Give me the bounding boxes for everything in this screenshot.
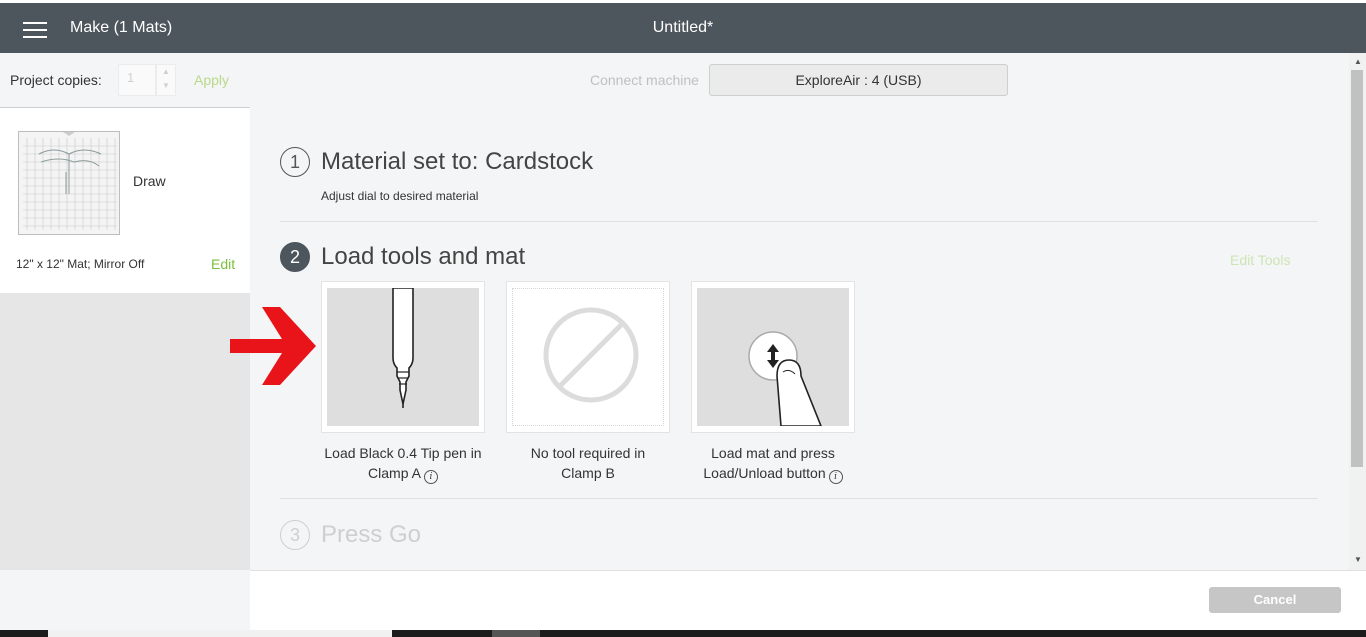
info-icon[interactable]: i [828,470,843,484]
mat-edit-link[interactable]: Edit [211,256,235,272]
scroll-down-icon[interactable]: ▼ [1352,555,1364,564]
clamp-a-caption-line2: Clamp A [368,465,421,481]
step-1-number: 1 [280,147,310,177]
project-copies-bar: Project copies: 1 ▲ ▼ Apply [0,53,250,108]
make-footer [250,570,1366,631]
apply-button[interactable]: Apply [194,72,229,88]
machine-select[interactable]: ExploreAir : 4 (USB) [709,64,1008,96]
mat-grid-image [19,131,119,234]
sidebar-footer [0,570,250,630]
step-3-title: Press Go [321,521,422,548]
scrollbar-thumb[interactable] [1351,70,1363,467]
project-copies-input[interactable]: 1 [118,64,156,96]
clamp-b-caption-line1: No tool required in [530,445,646,461]
step-1-subtitle: Adjust dial to desired material [321,189,479,203]
pen-tool-image [327,288,479,426]
make-main-panel: Connect machine ExploreAir : 4 (USB) 1 M… [230,53,1349,570]
step-divider [280,498,1318,499]
project-copies-label: Project copies: [10,72,102,88]
step-2-number: 2 [280,242,310,272]
mat-type-label: Draw [133,173,166,189]
mat-card[interactable]: Draw 12" x 12" Mat; Mirror Off Edit [0,108,250,293]
load-mat-caption-line1: Load mat and press [711,445,835,461]
clamp-b-caption: No tool required in Clamp B [506,443,670,483]
edit-tools-link[interactable]: Edit Tools [1230,252,1290,268]
info-icon[interactable]: i [423,470,438,484]
clamp-a-caption: Load Black 0.4 Tip pen in Clamp Ai [321,443,485,484]
stepper-up-icon[interactable]: ▲ [157,65,175,79]
load-mat-caption-line2: Load/Unload button [703,465,826,481]
mat-preview-thumbnail[interactable] [18,131,120,235]
hamburger-menu-icon[interactable] [23,22,47,38]
cancel-button[interactable]: Cancel [1209,587,1341,613]
make-title: Make (1 Mats) [70,19,173,36]
load-mat-image [697,288,849,426]
step-2-title: Load tools and mat [321,243,526,270]
red-arrow-annotation [230,307,316,385]
no-tool-prohibited-icon [543,307,639,403]
tool-tile-clamp-b[interactable] [506,281,670,433]
document-title: Untitled* [652,19,714,36]
app-header: Make (1 Mats) Untitled* [0,3,1366,53]
scroll-up-icon[interactable]: ▲ [1352,57,1364,66]
step-divider [280,221,1318,222]
no-tool-image [512,288,664,426]
mat-size-info: 12" x 12" Mat; Mirror Off [16,257,145,271]
load-unload-button-icon [748,331,822,426]
load-mat-caption: Load mat and press Load/Unload button i [691,443,855,484]
connect-machine-label: Connect machine [590,72,699,88]
tool-tile-clamp-a[interactable] [321,281,485,433]
copies-stepper[interactable]: ▲ ▼ [156,64,176,96]
step-3-number: 3 [280,520,310,550]
clamp-a-caption-line1: Load Black 0.4 Tip pen in [324,445,482,461]
clamp-b-caption-line2: Clamp B [561,465,615,481]
taskbar-search-box[interactable] [48,630,392,637]
taskbar-app-button[interactable] [492,630,540,637]
step-1-title: Material set to: Cardstock [321,148,594,175]
load-mat-tile[interactable] [691,281,855,433]
pen-icon [392,288,414,408]
mats-sidebar: Project copies: 1 ▲ ▼ Apply Draw 12" x 1… [0,53,250,570]
stepper-down-icon[interactable]: ▼ [157,79,175,93]
